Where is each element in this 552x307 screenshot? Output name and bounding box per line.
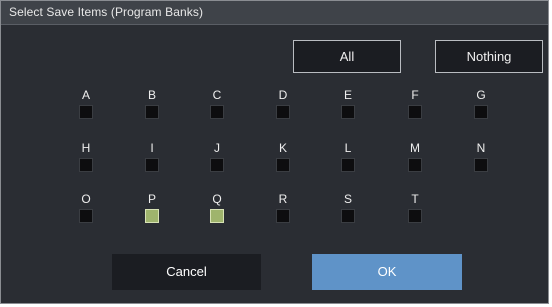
cancel-button[interactable]: Cancel <box>112 254 261 290</box>
bank-l-checkbox[interactable]: L <box>333 140 363 180</box>
bank-label: G <box>476 88 486 102</box>
checkbox-box <box>474 105 488 119</box>
checkbox-box <box>145 105 159 119</box>
bank-c-checkbox[interactable]: C <box>202 87 232 127</box>
bank-f-checkbox[interactable]: F <box>400 87 430 127</box>
bank-a-checkbox[interactable]: A <box>71 87 101 127</box>
ok-button[interactable]: OK <box>312 254 462 290</box>
bank-p-checkbox[interactable]: P <box>137 191 167 231</box>
checkbox-box <box>79 158 93 172</box>
bank-d-checkbox[interactable]: D <box>268 87 298 127</box>
bank-label: H <box>81 141 91 155</box>
bank-h-checkbox[interactable]: H <box>71 140 101 180</box>
checkbox-box <box>408 158 422 172</box>
bank-label: B <box>147 88 156 102</box>
bank-q-checkbox[interactable]: Q <box>202 191 232 231</box>
bank-label: I <box>150 141 154 155</box>
checkbox-box <box>210 158 224 172</box>
bank-label: C <box>212 88 222 102</box>
checkbox-box <box>276 158 290 172</box>
all-button[interactable]: All <box>293 40 401 73</box>
checkbox-box <box>276 105 290 119</box>
checkbox-box <box>341 158 355 172</box>
bank-g-checkbox[interactable]: G <box>466 87 496 127</box>
bank-b-checkbox[interactable]: B <box>137 87 167 127</box>
bank-label: N <box>476 141 486 155</box>
checkbox-box <box>210 105 224 119</box>
bank-m-checkbox[interactable]: M <box>400 140 430 180</box>
bank-e-checkbox[interactable]: E <box>333 87 363 127</box>
bank-label: K <box>278 141 287 155</box>
bank-n-checkbox[interactable]: N <box>466 140 496 180</box>
bank-label: F <box>411 88 419 102</box>
checkbox-box <box>210 209 224 223</box>
dialog-title: Select Save Items (Program Banks) <box>9 5 204 19</box>
bank-label: E <box>343 88 352 102</box>
bank-label: S <box>343 192 352 206</box>
dialog-titlebar: Select Save Items (Program Banks) <box>1 1 548 25</box>
bank-label: D <box>278 88 288 102</box>
checkbox-box <box>276 209 290 223</box>
screen: Select Save Items (Program Banks) All No… <box>0 0 552 307</box>
checkbox-box <box>145 158 159 172</box>
checkbox-box <box>79 105 93 119</box>
bank-t-checkbox[interactable]: T <box>400 191 430 231</box>
bank-label: T <box>411 192 419 206</box>
checkbox-box <box>408 209 422 223</box>
checkbox-box <box>341 105 355 119</box>
bank-label: M <box>410 141 420 155</box>
checkbox-box <box>145 209 159 223</box>
bank-label: L <box>344 141 352 155</box>
bank-label: O <box>81 192 91 206</box>
bank-label: R <box>278 192 288 206</box>
bank-i-checkbox[interactable]: I <box>137 140 167 180</box>
bank-label: Q <box>212 192 222 206</box>
nothing-button[interactable]: Nothing <box>435 40 543 73</box>
checkbox-box <box>79 209 93 223</box>
bank-j-checkbox[interactable]: J <box>202 140 232 180</box>
bank-label: J <box>214 141 220 155</box>
checkbox-box <box>408 105 422 119</box>
bank-label: P <box>147 192 156 206</box>
checkbox-box <box>474 158 488 172</box>
bank-k-checkbox[interactable]: K <box>268 140 298 180</box>
bank-r-checkbox[interactable]: R <box>268 191 298 231</box>
bank-label: A <box>81 88 90 102</box>
save-items-dialog: Select Save Items (Program Banks) All No… <box>0 0 549 304</box>
bank-s-checkbox[interactable]: S <box>333 191 363 231</box>
checkbox-box <box>341 209 355 223</box>
bank-o-checkbox[interactable]: O <box>71 191 101 231</box>
